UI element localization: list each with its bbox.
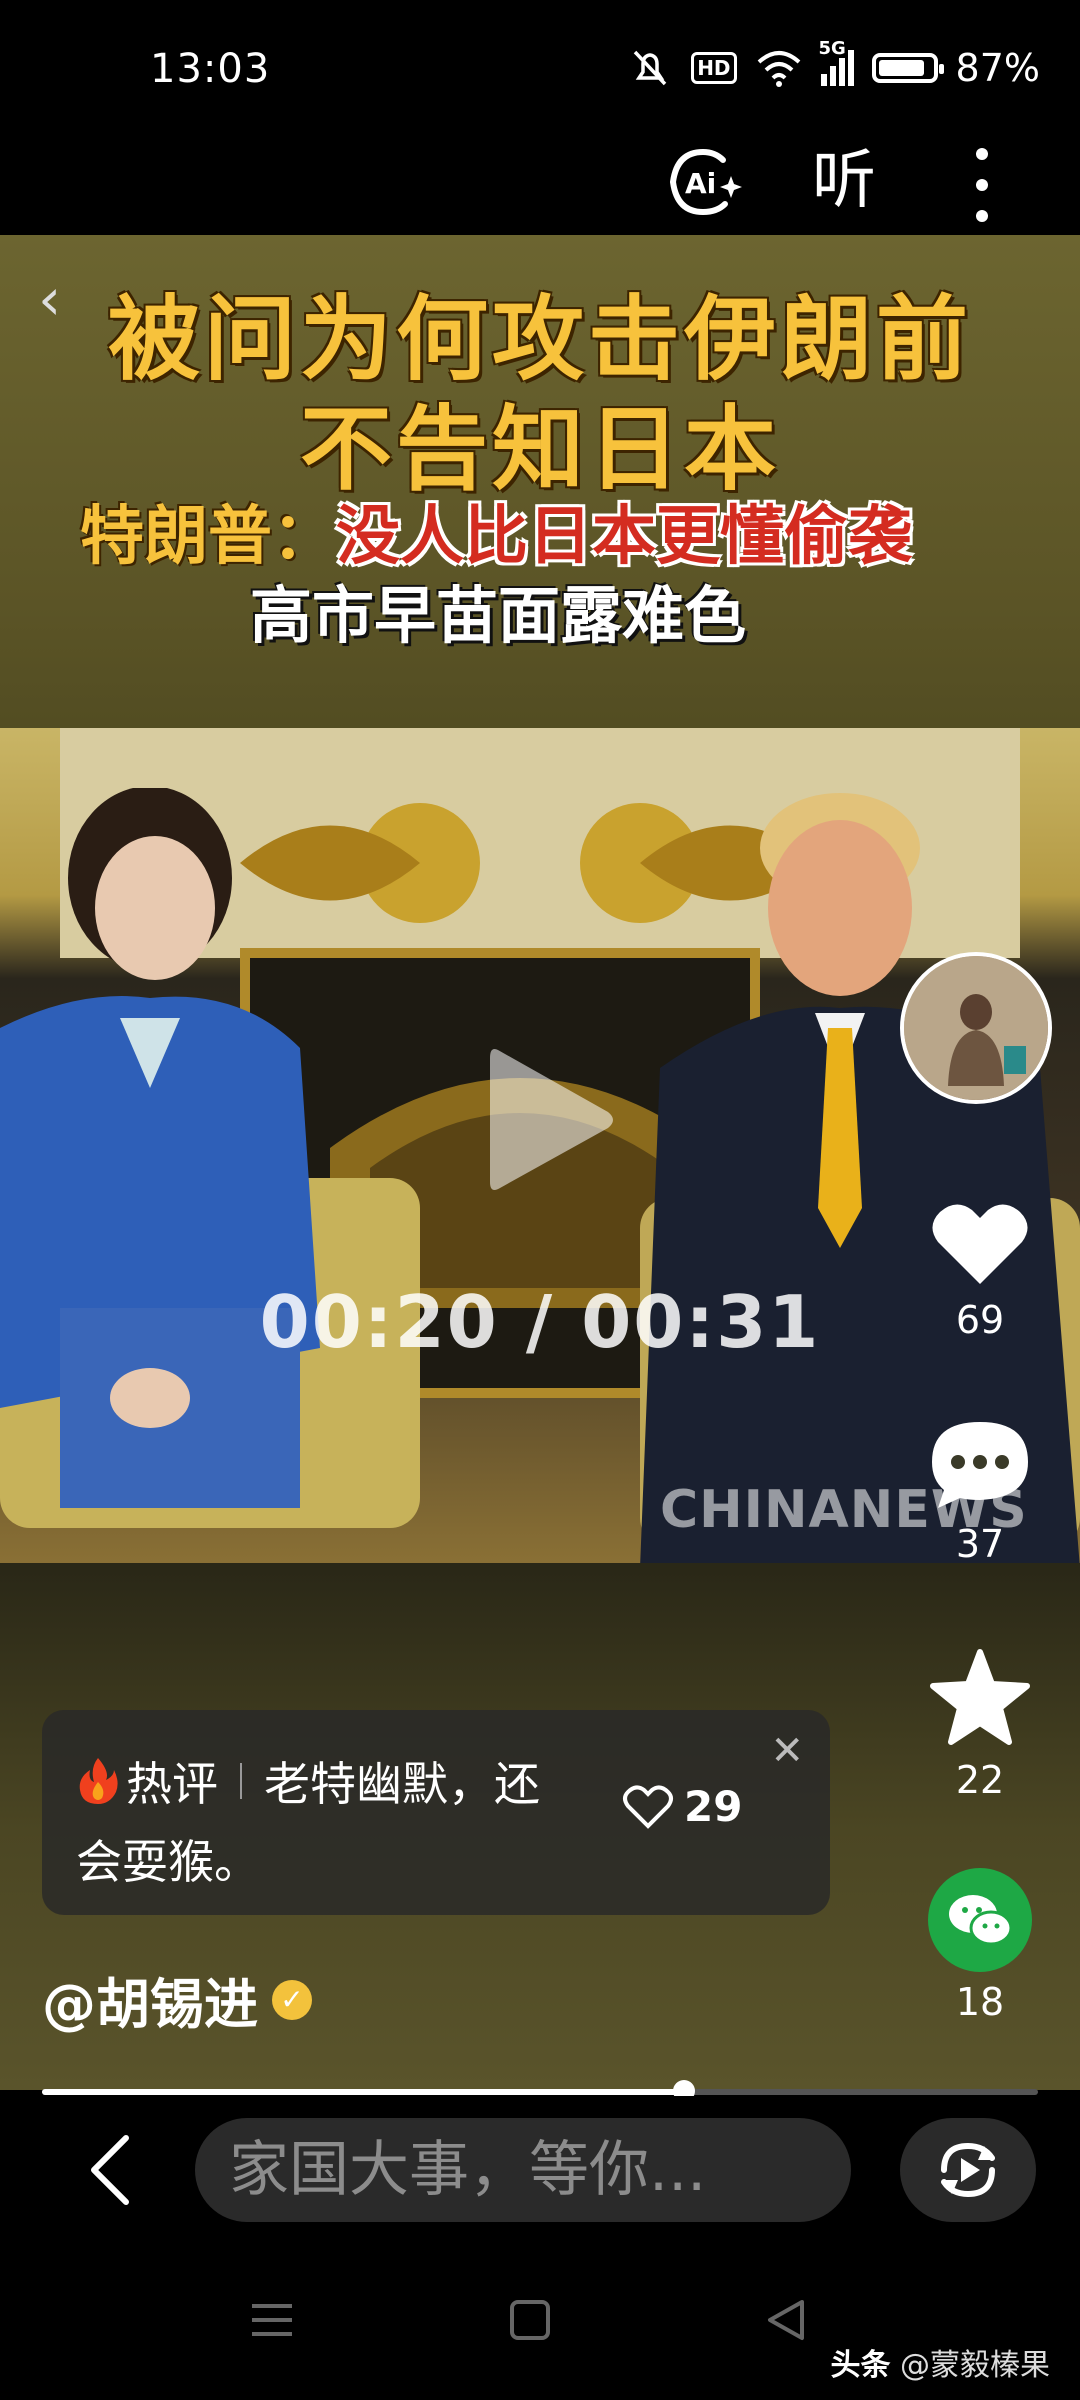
fire-icon: [79, 1758, 118, 1804]
nav-back-icon[interactable]: [764, 2298, 808, 2342]
hot-comment-card[interactable]: 热评 老特幽默，还 会耍猴。 29 ✕: [42, 1710, 830, 1915]
headline-quote: 没人比日本更懂偷袭: [336, 500, 912, 574]
comment-action[interactable]: 37: [910, 1420, 1050, 1566]
avatar-image: [904, 956, 1048, 1100]
replay-button[interactable]: [900, 2118, 1036, 2222]
favorite-count: 22: [955, 1758, 1005, 1802]
comment-icon: [932, 1422, 1028, 1508]
star-icon: [930, 1649, 1030, 1745]
listen-button[interactable]: 听: [812, 144, 876, 218]
replay-icon: [941, 2142, 995, 2198]
status-bar: 13:03 HD 5G 87%: [0, 0, 1080, 140]
comment-input[interactable]: 家国大事，等你...: [195, 2118, 851, 2222]
favorite-action[interactable]: 22: [910, 1648, 1050, 1802]
ai-sparkle-icon[interactable]: Ai: [665, 146, 745, 220]
wechat-share-action[interactable]: 18: [910, 1868, 1050, 2024]
battery-icon: [871, 53, 944, 83]
author-avatar[interactable]: [900, 952, 1052, 1104]
battery-percentage: 87%: [955, 46, 1040, 90]
brand-handle: @蒙毅榛果: [890, 2348, 1050, 2383]
home-icon[interactable]: [510, 2300, 550, 2340]
hot-comment-text-line2: 会耍猴。: [76, 1835, 260, 1889]
hot-comment-like[interactable]: 29: [622, 1782, 742, 1831]
video-progress-fill: [42, 2089, 685, 2095]
verified-badge-icon: ✓: [272, 1979, 312, 2020]
wifi-icon: [757, 51, 800, 87]
network-type-label: 5G: [818, 38, 846, 59]
heart-outline-icon: [623, 1784, 673, 1829]
status-time: 13:03: [150, 46, 271, 92]
recent-apps-icon[interactable]: [250, 2302, 294, 2338]
like-count: 69: [955, 1298, 1005, 1342]
author-info[interactable]: @胡锡进 ✓: [42, 1960, 312, 2039]
author-name: @胡锡进: [42, 1973, 258, 2036]
more-vertical-icon[interactable]: [970, 148, 994, 222]
play-icon[interactable]: [480, 1040, 620, 1200]
comment-count: 37: [955, 1522, 1005, 1566]
woman-figure: [0, 788, 320, 1508]
hd-badge: HD: [691, 52, 737, 84]
brand-watermark: 头条 @蒙毅榛果: [830, 2340, 1050, 2384]
hot-comment-like-count: 29: [684, 1782, 743, 1831]
wechat-icon: [928, 1868, 1032, 1972]
svg-text:Ai: Ai: [685, 167, 716, 200]
headline-line-3: 特朗普：没人比日本更懂偷袭: [80, 485, 912, 577]
hot-comment-divider: [240, 1763, 242, 1799]
share-count: 18: [955, 1980, 1005, 2024]
like-action[interactable]: 69: [910, 1200, 1050, 1342]
heart-icon: [932, 1204, 1028, 1284]
mute-icon: [633, 50, 667, 86]
hot-comment-text-line1: 老特幽默，还: [264, 1757, 540, 1811]
hot-comment-header: 热评 老特幽默，还: [76, 1748, 540, 1814]
brand-prefix: 头条: [830, 2348, 891, 2383]
cellular-signal-icon: 5G: [819, 38, 854, 86]
top-toolbar: Ai 听: [0, 140, 1080, 235]
hot-comment-label: 热评: [126, 1757, 218, 1811]
headline-line-4: 高市早苗面露难色: [250, 579, 747, 652]
status-icons: HD 5G 87%: [627, 38, 1040, 90]
back-icon[interactable]: [80, 2130, 140, 2210]
close-icon[interactable]: ✕: [770, 1728, 804, 1774]
headline-speaker: 特朗普：: [80, 500, 336, 574]
